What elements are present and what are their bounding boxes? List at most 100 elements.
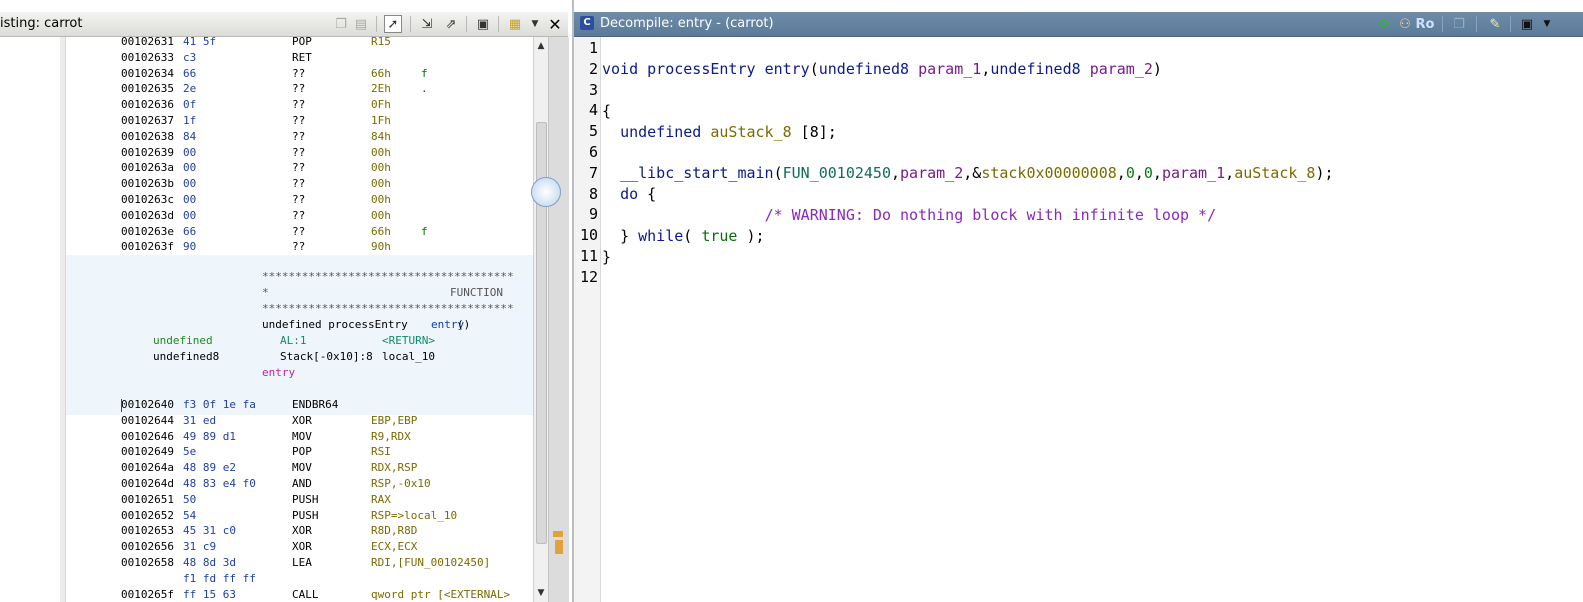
instruction-operand: RAX [371, 492, 391, 506]
instruction-address: 0010263f [121, 240, 174, 254]
code-line-7[interactable]: __libc_start_main(FUN_00102450,param_2,&… [602, 163, 1333, 183]
instruction-bytes: 0f [183, 98, 197, 112]
instruction-address: 00102656 [121, 540, 174, 554]
function-header-stars: ************************************** [262, 270, 514, 283]
instruction-mnemonic: MOV [292, 461, 312, 475]
instruction-bytes: 00 [183, 177, 197, 191]
dropdown-icon[interactable]: ▼ [526, 15, 544, 33]
instruction-address: 00102653 [121, 524, 174, 538]
code-line-10[interactable]: } while( true ); [602, 226, 765, 246]
decompile-titlebar: C Decompile: entry - (carrot) ⟳ ⚇ Ro ❐ ✎… [574, 12, 1583, 37]
instruction-mnemonic: MOV [292, 429, 312, 443]
instruction-operand: 00h [371, 193, 391, 206]
instruction-operand: RSI [371, 445, 391, 459]
instruction-bytes: 31 c9 [183, 540, 217, 554]
instruction-address: 00102658 [121, 556, 174, 569]
instruction-operand: R9,RDX [371, 429, 411, 443]
instruction-bytes: 00 [183, 193, 197, 206]
layout-icon[interactable]: ▦ [506, 15, 524, 33]
instruction-bytes: 84 [183, 129, 197, 143]
text-cursor [121, 399, 122, 412]
read-only-indicator[interactable]: Ro [1414, 15, 1436, 33]
instruction-address: 00102649 [121, 445, 174, 459]
code-line-4[interactable]: { [602, 101, 611, 121]
instruction-mnemonic: POP [292, 37, 312, 48]
cursor-icon[interactable]: ➚ [384, 15, 402, 33]
instruction-operand: qword ptr [<EXTERNAL> [371, 587, 511, 601]
instruction-bytes: 2e [183, 82, 197, 96]
instruction-bytes: 48 83 e4 f0 [183, 477, 256, 490]
instruction-bytes: 90 [183, 240, 197, 254]
instruction-address: 0010264a [121, 461, 174, 475]
code-line-11[interactable]: } [602, 247, 611, 267]
instruction-address: 00102637 [121, 114, 174, 127]
snapshot-icon[interactable]: ▣ [1518, 15, 1536, 33]
instruction-operand: EBP,EBP [371, 413, 418, 427]
instruction-mnemonic: POP [292, 445, 312, 459]
instruction-address: 0010263e [121, 224, 174, 238]
listing-content[interactable]: 00102631 41 5f POP R15 00102633 c3 RET 00102634… [66, 37, 533, 602]
instruction-operand: 1Fh [371, 114, 391, 127]
field-icon[interactable]: ⇗ [442, 15, 460, 33]
instruction-address: 00102636 [121, 98, 174, 112]
instruction-mnemonic: PUSH [292, 508, 319, 522]
instruction-mnemonic: CALL [292, 587, 319, 601]
instruction-mnemonic: RET [292, 50, 312, 64]
instruction-address: 0010265f [121, 587, 174, 601]
instruction-mnemonic: AND [292, 477, 312, 490]
refresh-icon[interactable]: ⟳ [1376, 15, 1394, 33]
instruction-operand: 00h [371, 208, 391, 222]
close-icon[interactable]: ✕ [546, 15, 564, 34]
instruction-bytes: 54 [183, 508, 197, 522]
overview-cursor-marker [531, 177, 561, 207]
instruction-bytes: 00 [183, 145, 197, 159]
instruction-mnemonic: XOR [292, 524, 312, 538]
decompiled-code[interactable]: void processEntry entry(undefined8 param… [574, 37, 1583, 602]
instruction-operand: R8D,R8D [371, 524, 418, 538]
return-type: undefined [153, 334, 213, 347]
code-line-2[interactable]: void processEntry entry(undefined8 param… [602, 59, 1162, 79]
function-header-stars: ************************************** [262, 302, 514, 315]
instruction-bytes: 41 5f [183, 37, 217, 48]
code-line-9[interactable]: /* WARNING: Do nothing block with infini… [602, 205, 1217, 225]
instruction-operand: 0Fh [371, 98, 391, 112]
listing-vertical-scrollbar[interactable]: ▲ ▼ [533, 37, 548, 602]
variable-type: undefined8 [153, 350, 220, 363]
graph-icon[interactable]: ⚇ [1396, 15, 1414, 33]
overview-marker [553, 531, 563, 537]
edit-icon[interactable]: ✎ [1486, 15, 1504, 33]
instruction-mnemonic: XOR [292, 413, 312, 427]
instruction-mnemonic: ENDBR64 [292, 398, 339, 411]
instruction-bytes: 48 89 e2 [183, 461, 236, 475]
instruction-operand: RSP=>local_10 [371, 508, 458, 522]
instruction-mnemonic: XOR [292, 540, 312, 554]
dropdown-icon[interactable]: ▼ [1538, 15, 1556, 33]
paste-icon[interactable]: ▤ [352, 15, 370, 33]
entry-label: entry [262, 366, 296, 379]
navigate-icon[interactable]: ⇲ [418, 15, 436, 33]
decompiler-icon: C [580, 16, 594, 30]
instruction-operand: 00h [371, 161, 391, 175]
code-line-8[interactable]: do { [602, 184, 656, 204]
instruction-mnemonic: ?? [292, 129, 306, 143]
instruction-mnemonic: PUSH [292, 492, 319, 506]
copy-icon[interactable]: ❐ [1450, 15, 1468, 33]
listing-title: isting: carrot [0, 16, 83, 31]
instruction-char: f [421, 224, 428, 238]
instruction-bytes: 49 89 d1 [183, 429, 236, 443]
instruction-mnemonic: ?? [292, 193, 306, 206]
scroll-up-arrow-icon[interactable]: ▲ [534, 39, 548, 53]
instruction-operand: ECX,ECX [371, 540, 418, 554]
listing-overview-bar[interactable] [531, 37, 569, 602]
instruction-address: 0010263b [121, 177, 174, 191]
snapshot-icon[interactable]: ▣ [474, 15, 492, 33]
code-line-5[interactable]: undefined auStack_8 [8]; [602, 122, 837, 142]
instruction-address: 00102644 [121, 413, 174, 427]
instruction-operand: RSP,-0x10 [371, 477, 431, 490]
instruction-bytes: c3 [183, 50, 197, 64]
scroll-down-arrow-icon[interactable]: ▼ [534, 586, 548, 600]
instruction-mnemonic: LEA [292, 556, 312, 569]
instruction-bytes: 1f [183, 114, 197, 127]
instruction-bytes: 31 ed [183, 413, 217, 427]
copy-icon[interactable]: ❐ [332, 15, 350, 33]
